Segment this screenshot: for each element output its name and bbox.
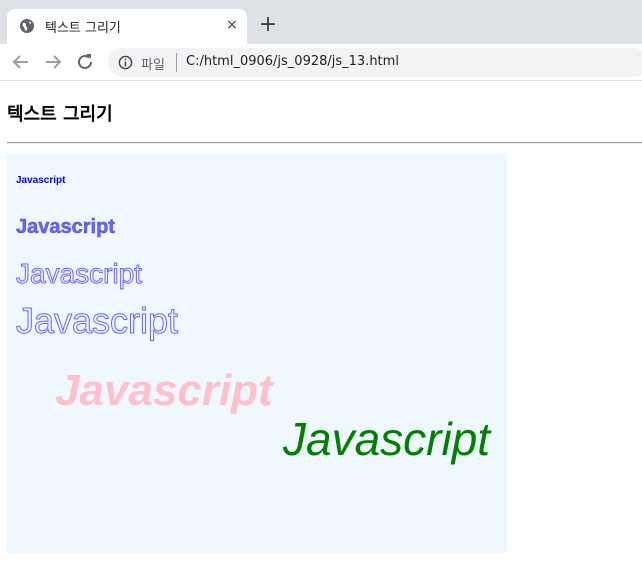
url-scheme-label: 파일 <box>141 58 165 73</box>
canvas-text-4: Javascript <box>16 300 178 341</box>
new-tab-button[interactable]: + <box>256 13 280 37</box>
canvas-text-5: Javascript <box>55 366 275 415</box>
close-tab-icon[interactable]: × <box>223 16 241 34</box>
canvas-text-3: Javascript <box>16 258 142 289</box>
page-title: 텍스트 그리기 <box>7 104 113 125</box>
canvas-text-2: Javascript <box>16 216 115 238</box>
back-arrow-icon[interactable] <box>9 50 33 74</box>
url-divider <box>176 53 177 72</box>
forward-arrow-icon[interactable] <box>41 50 65 74</box>
address-bar[interactable]: 파일 C:/html_0906/js_0928/js_13.html <box>108 48 642 77</box>
globe-icon <box>20 19 34 33</box>
horizontal-rule <box>7 142 642 144</box>
browser-tab[interactable]: 텍스트 그리기 × <box>7 9 247 44</box>
canvas-text-6: Javascript <box>282 413 492 465</box>
url-text[interactable]: C:/html_0906/js_0928/js_13.html <box>186 54 399 69</box>
browser-toolbar: 파일 C:/html_0906/js_0928/js_13.html <box>0 44 642 81</box>
tab-strip: 텍스트 그리기 × + <box>0 0 642 44</box>
tab-title: 텍스트 그리기 <box>45 21 121 36</box>
drawing-canvas: Javascript Javascript Javascript Javascr… <box>7 153 507 553</box>
reload-icon[interactable] <box>73 50 97 74</box>
canvas-svg: Javascript Javascript Javascript Javascr… <box>16 175 493 465</box>
canvas-text-1: Javascript <box>16 175 66 186</box>
info-icon[interactable] <box>118 55 133 70</box>
